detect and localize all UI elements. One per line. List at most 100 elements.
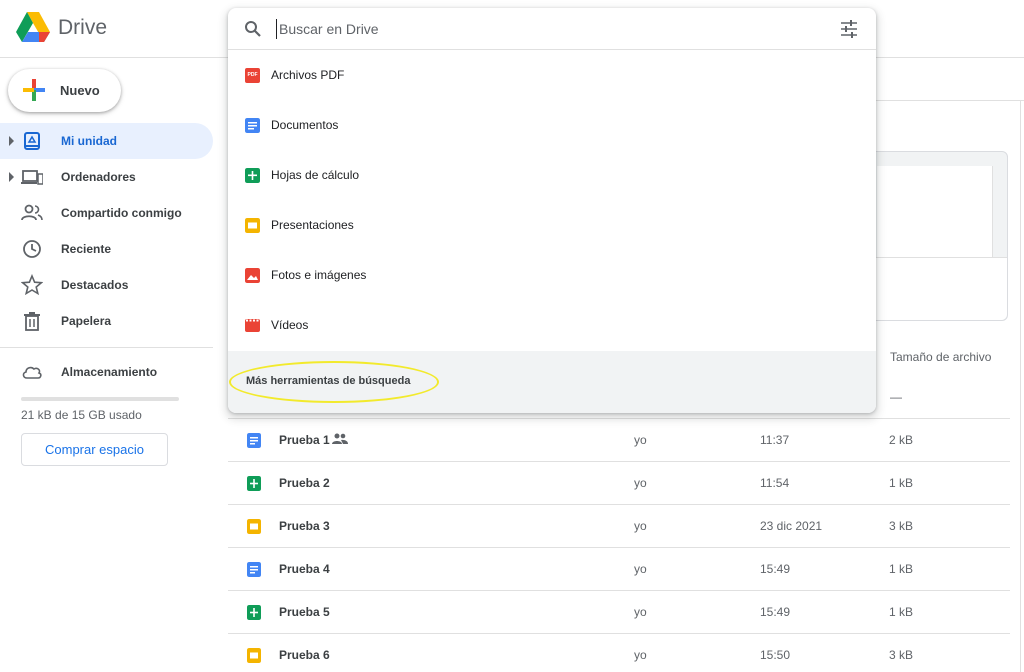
storage-used-text: 21 kB de 15 GB usado	[21, 408, 142, 422]
sidebar-item-shared[interactable]: Compartido conmigo	[0, 195, 213, 231]
sidebar-item-storage[interactable]: Almacenamiento	[0, 354, 213, 390]
document-icon	[247, 562, 261, 577]
file-row[interactable]: Prueba 4 yo 15:49 1 kB	[228, 547, 1010, 590]
my-drive-icon	[24, 132, 40, 150]
file-row[interactable]: Prueba 6 yo 15:50 3 kB	[228, 633, 1010, 672]
file-size-cell: —	[890, 390, 902, 404]
more-search-tools-button[interactable]: Más herramientas de búsqueda	[228, 351, 876, 413]
search-option-spreadsheets[interactable]: Hojas de cálculo	[228, 150, 876, 200]
search-option-label: Presentaciones	[271, 218, 354, 232]
file-row[interactable]: Prueba 2 yo 11:54 1 kB	[228, 461, 1010, 504]
sidebar-item-label: Compartido conmigo	[61, 206, 182, 220]
search-option-label: Fotos e imágenes	[271, 268, 367, 282]
clock-icon	[23, 240, 41, 258]
sidebar-item-label: Destacados	[61, 278, 129, 292]
document-icon	[245, 118, 260, 133]
expand-caret-icon[interactable]	[9, 136, 14, 146]
sidebar-item-label: Almacenamiento	[61, 365, 158, 379]
file-name[interactable]: Prueba 6	[279, 648, 330, 662]
file-owner: yo	[634, 476, 647, 490]
file-thumbnail	[877, 166, 993, 258]
sidebar-item-label: Mi unidad	[61, 134, 117, 148]
shared-people-icon	[332, 433, 348, 444]
file-name[interactable]: Prueba 2	[279, 476, 330, 490]
star-icon	[21, 274, 43, 296]
file-row[interactable]: Prueba 1 yo 11:37 2 kB	[228, 418, 1010, 461]
search-dropdown: PDF Archivos PDF Documentos Hojas de cál…	[228, 8, 876, 413]
search-option-documents[interactable]: Documentos	[228, 100, 876, 150]
file-name[interactable]: Prueba 1	[279, 433, 330, 447]
search-input[interactable]	[276, 19, 816, 39]
file-owner: yo	[634, 562, 647, 576]
file-name[interactable]: Prueba 4	[279, 562, 330, 576]
search-option-presentations[interactable]: Presentaciones	[228, 200, 876, 250]
spreadsheet-icon	[245, 168, 260, 183]
sidebar-item-recent[interactable]: Reciente	[0, 231, 213, 267]
search-option-label: Archivos PDF	[271, 68, 345, 82]
main-right-border	[1020, 100, 1021, 672]
column-header-file-size[interactable]: Tamaño de archivo	[890, 350, 991, 364]
file-owner: yo	[634, 433, 647, 447]
cloud-icon	[22, 366, 42, 379]
file-row[interactable]: Prueba 5 yo 15:49 1 kB	[228, 590, 1010, 633]
file-owner: yo	[634, 605, 647, 619]
file-size: 1 kB	[889, 562, 914, 576]
presentation-icon	[245, 218, 260, 233]
sidebar-item-computers[interactable]: Ordenadores	[0, 159, 213, 195]
brand-name[interactable]: Drive	[58, 16, 107, 40]
search-option-label: Vídeos	[271, 318, 309, 332]
file-modified: 15:50	[760, 648, 791, 662]
search-option-label: Documentos	[271, 118, 339, 132]
file-size: 3 kB	[889, 519, 914, 533]
shared-icon	[21, 204, 43, 221]
card-footer	[861, 257, 1007, 320]
search-option-images[interactable]: Fotos e imágenes	[228, 250, 876, 300]
file-size: 1 kB	[889, 476, 914, 490]
sidebar-item-label: Papelera	[61, 314, 112, 328]
search-icon[interactable]	[244, 20, 262, 38]
file-size: 2 kB	[889, 433, 914, 447]
document-icon	[247, 433, 261, 448]
suggested-file-card[interactable]	[860, 151, 1008, 321]
spreadsheet-icon	[247, 476, 261, 491]
file-row[interactable]: Prueba 3 yo 23 dic 2021 3 kB	[228, 504, 1010, 547]
trash-icon	[24, 312, 40, 331]
file-size: 1 kB	[889, 605, 914, 619]
search-options-icon[interactable]	[839, 19, 859, 39]
computers-icon	[21, 170, 43, 185]
search-bar	[228, 8, 876, 50]
drive-app: Drive Nuevo Mi unidad Ordenadores Compar…	[0, 0, 1024, 672]
file-modified: 23 dic 2021	[760, 519, 823, 533]
file-modified: 11:54	[760, 476, 790, 490]
file-name[interactable]: Prueba 3	[279, 519, 330, 533]
file-name[interactable]: Prueba 5	[279, 605, 330, 619]
sidebar-item-starred[interactable]: Destacados	[0, 267, 213, 303]
file-modified: 15:49	[760, 562, 791, 576]
sidebar-item-label: Reciente	[61, 242, 112, 256]
search-option-label: Hojas de cálculo	[271, 168, 360, 182]
drive-logo-icon[interactable]	[16, 12, 50, 42]
image-icon	[245, 268, 260, 283]
buy-storage-button[interactable]: Comprar espacio	[21, 433, 168, 466]
spreadsheet-icon	[247, 605, 261, 620]
presentation-icon	[247, 519, 261, 534]
file-modified: 11:37	[760, 433, 790, 447]
file-owner: yo	[634, 648, 647, 662]
expand-caret-icon[interactable]	[9, 172, 14, 182]
presentation-icon	[247, 648, 261, 663]
sidebar-divider	[0, 347, 213, 348]
file-modified: 15:49	[760, 605, 791, 619]
search-option-videos[interactable]: Vídeos	[228, 300, 876, 350]
sidebar-item-trash[interactable]: Papelera	[0, 303, 213, 339]
sidebar-item-my-drive[interactable]: Mi unidad	[0, 123, 213, 159]
file-size: 3 kB	[889, 648, 914, 662]
plus-icon	[23, 79, 45, 101]
video-icon	[245, 319, 260, 332]
file-owner: yo	[634, 519, 647, 533]
sidebar-item-label: Ordenadores	[61, 170, 136, 184]
pdf-icon: PDF	[245, 68, 260, 83]
storage-progress-bar	[21, 397, 179, 401]
search-option-pdf[interactable]: PDF Archivos PDF	[228, 50, 876, 100]
more-search-tools-label: Más herramientas de búsqueda	[246, 375, 411, 387]
new-button[interactable]: Nuevo	[8, 69, 121, 112]
